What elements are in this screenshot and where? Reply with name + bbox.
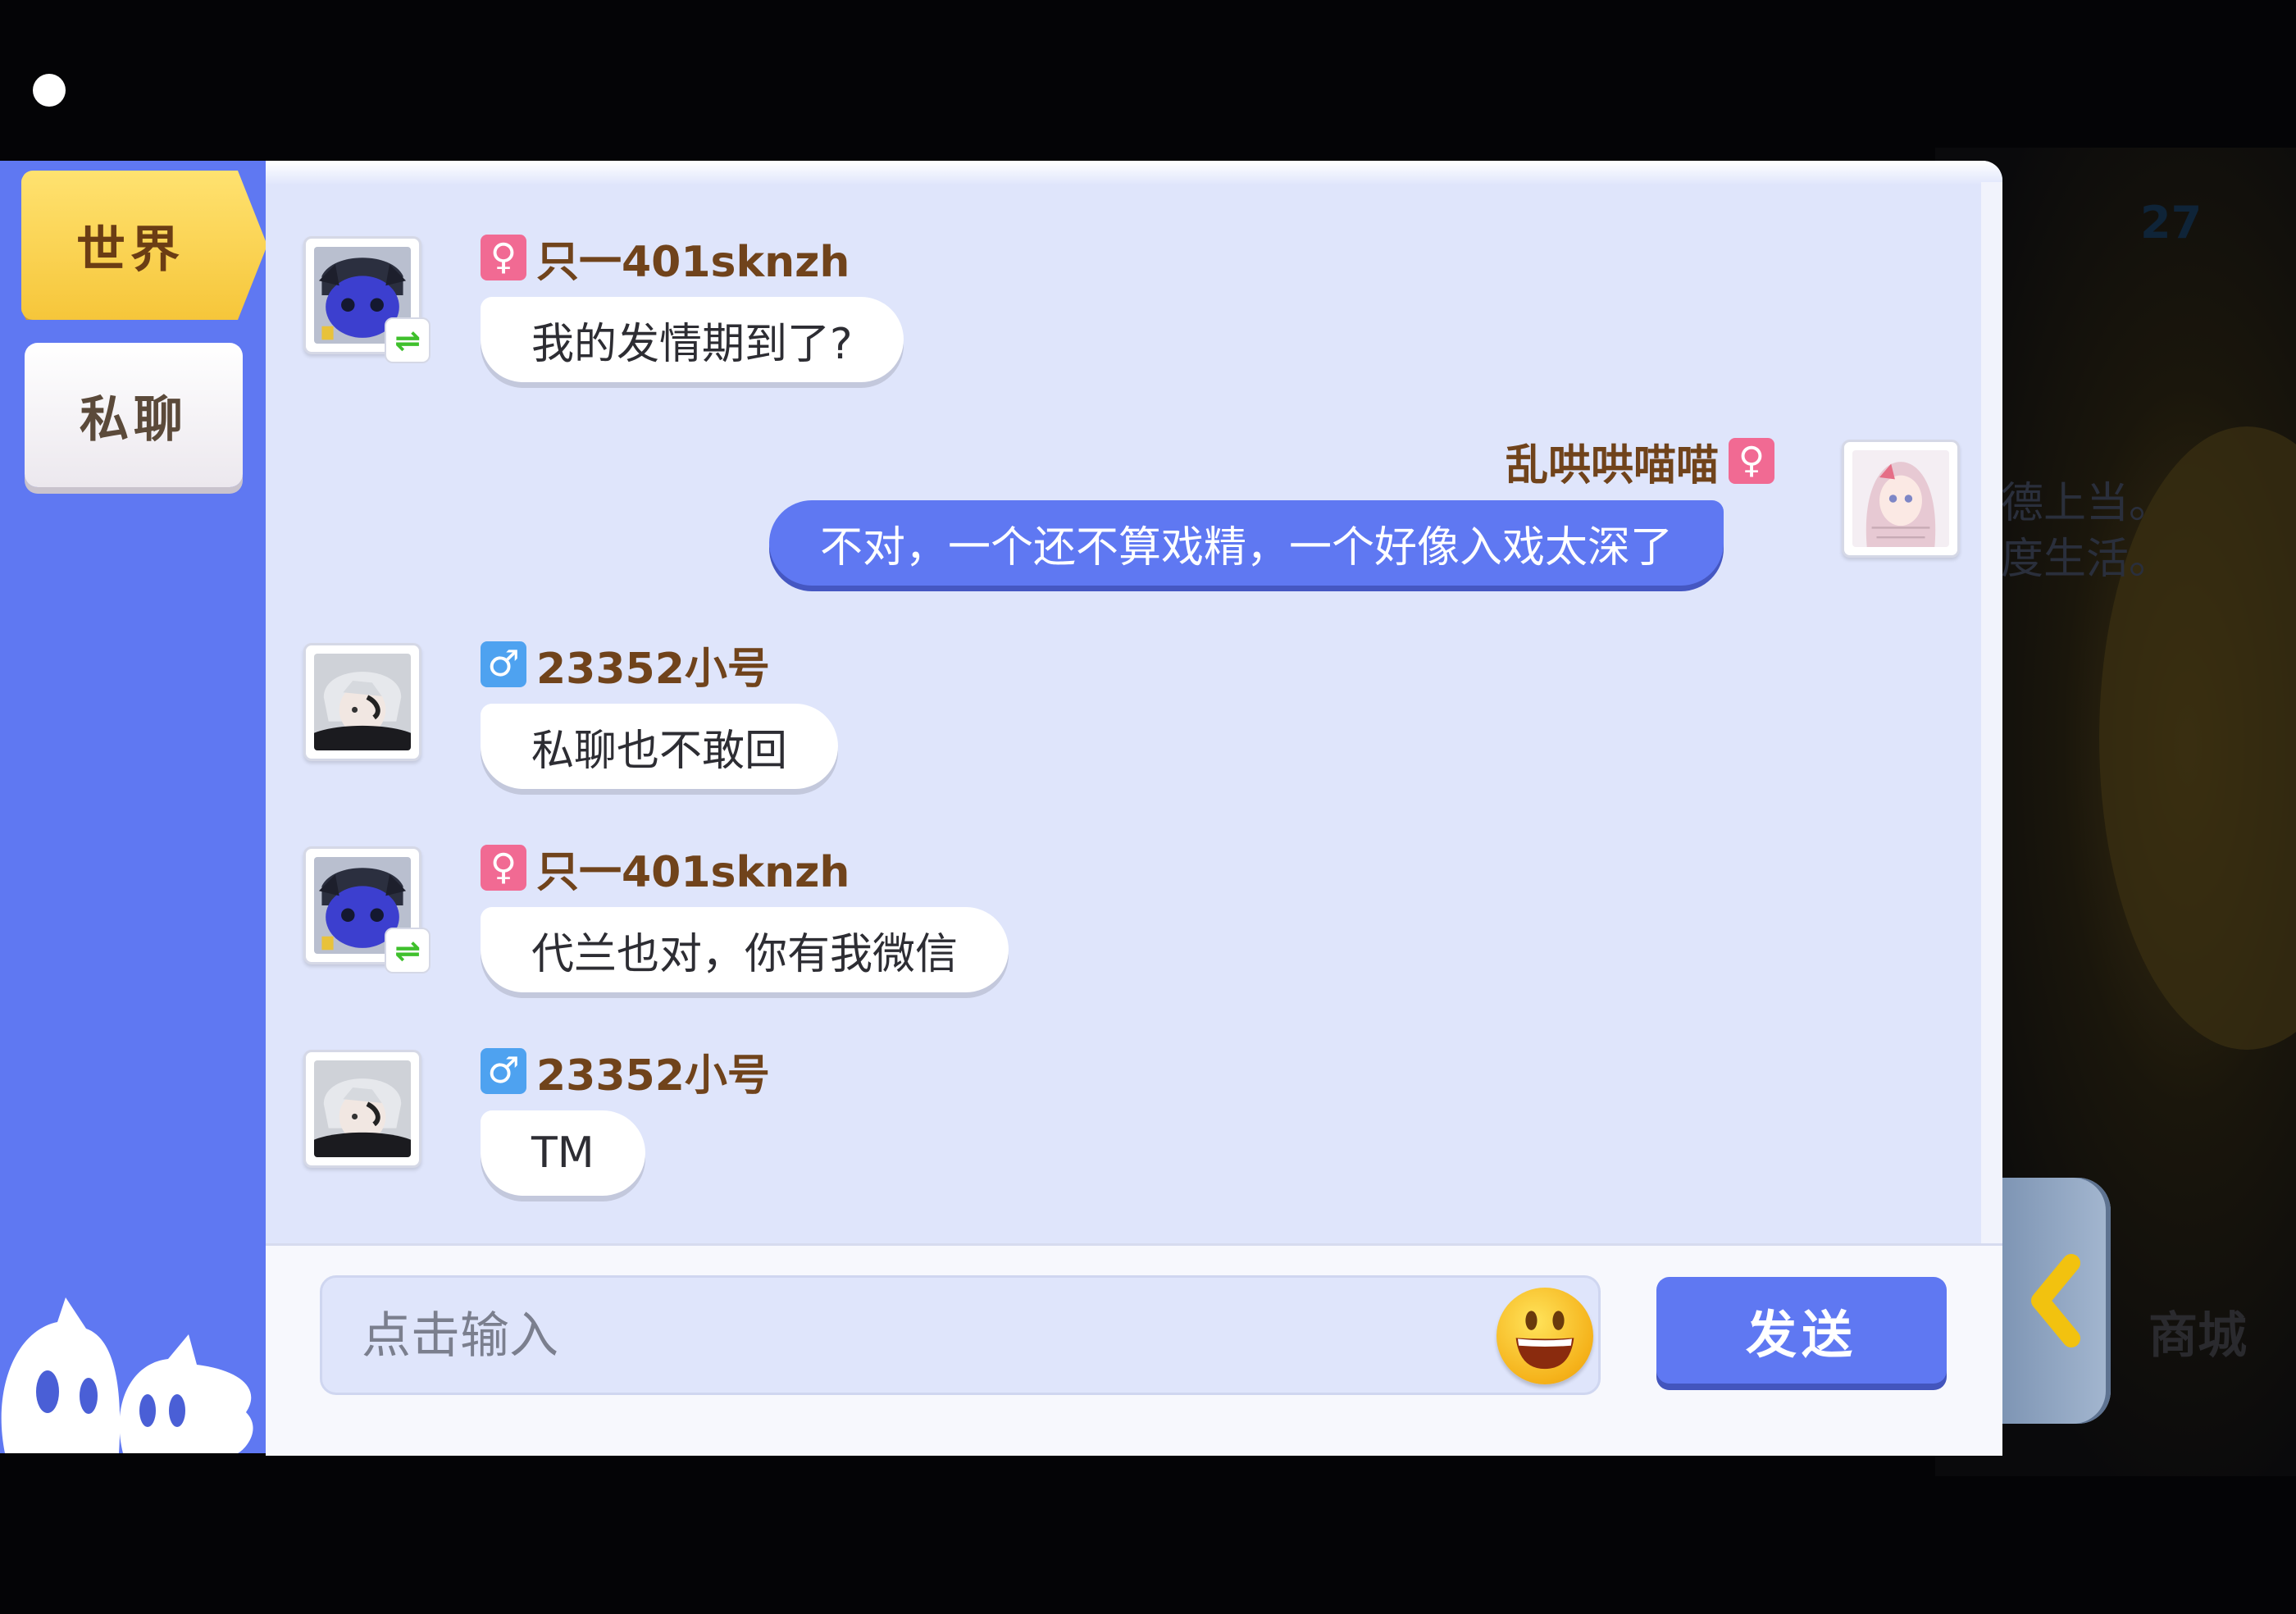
anime-girl-avatar-icon bbox=[1852, 450, 1949, 547]
message-header-self: 乱哄哄喵喵 ♀ bbox=[1496, 435, 1774, 490]
status-indicator-dot bbox=[33, 74, 66, 107]
message-header: ♀ 只一401sknzh bbox=[481, 841, 859, 897]
male-gender-icon: ♂ bbox=[481, 1048, 526, 1094]
female-gender-icon: ♀ bbox=[1729, 438, 1774, 484]
female-gender-icon: ♀ bbox=[481, 845, 526, 891]
message-header: ♀ 只一401sknzh bbox=[481, 231, 859, 287]
message-input-box[interactable] bbox=[320, 1275, 1601, 1395]
user-avatar-silver-hair[interactable] bbox=[303, 643, 421, 761]
sender-username[interactable]: 23352小号 bbox=[536, 634, 770, 695]
male-gender-icon: ♂ bbox=[481, 641, 526, 687]
smiley-emoji-icon[interactable] bbox=[1496, 1288, 1593, 1384]
chat-sidebar: 世界 私聊 bbox=[0, 161, 266, 1453]
silver-hair-avatar-icon bbox=[314, 1060, 411, 1157]
swap-icon: ⇌ bbox=[385, 317, 430, 363]
message-bubble[interactable]: 私聊也不敢回 bbox=[481, 704, 839, 789]
user-avatar-anime-girl[interactable] bbox=[1842, 440, 1960, 558]
send-button[interactable]: 发送 bbox=[1656, 1277, 1947, 1384]
sender-username[interactable]: 只一401sknzh bbox=[536, 837, 850, 899]
smiley-face-icon bbox=[1515, 1311, 1574, 1370]
ghost-mascot-icon bbox=[1, 1297, 253, 1453]
message-header: ♂ 23352小号 bbox=[481, 638, 780, 694]
tab-private-chat[interactable]: 私聊 bbox=[25, 343, 243, 487]
chevron-left-icon bbox=[2031, 1254, 2080, 1347]
sender-username[interactable]: 乱哄哄喵喵 bbox=[1506, 431, 1719, 492]
background-caption: 德上当。 度生活。 bbox=[2001, 479, 2172, 584]
background-shop-label: 商城 bbox=[2148, 1307, 2247, 1365]
tab-world[interactable]: 世界 bbox=[21, 171, 266, 320]
message-input-bar: 发送 bbox=[266, 1243, 2002, 1456]
tab-private-chat-label: 私聊 bbox=[80, 390, 188, 449]
message-bubble[interactable]: TM bbox=[481, 1110, 645, 1196]
tab-world-label: 世界 bbox=[76, 221, 184, 279]
message-bubble[interactable]: 代兰也对，你有我微信 bbox=[481, 907, 1009, 992]
message-input[interactable] bbox=[360, 1278, 1429, 1394]
user-avatar-blue-horned[interactable]: ⇌ bbox=[303, 236, 430, 363]
scrollbar-track[interactable] bbox=[1981, 182, 2002, 1404]
background-counter: 27 bbox=[2140, 197, 2203, 248]
message-header: ♂ 23352小号 bbox=[481, 1045, 780, 1101]
message-bubble-self[interactable]: 不对，一个还不算戏精，一个好像入戏太深了 bbox=[769, 500, 1724, 586]
swap-icon: ⇌ bbox=[385, 928, 430, 973]
sender-username[interactable]: 23352小号 bbox=[536, 1041, 770, 1102]
user-avatar-silver-hair[interactable] bbox=[303, 1050, 421, 1168]
female-gender-icon: ♀ bbox=[481, 235, 526, 280]
collapse-chat-button[interactable] bbox=[2002, 1178, 2111, 1424]
silver-hair-avatar-icon bbox=[314, 654, 411, 750]
sender-username[interactable]: 只一401sknzh bbox=[536, 227, 850, 289]
message-bubble[interactable]: 我的发情期到了? bbox=[481, 297, 904, 382]
user-avatar-blue-horned[interactable]: ⇌ bbox=[303, 846, 430, 973]
